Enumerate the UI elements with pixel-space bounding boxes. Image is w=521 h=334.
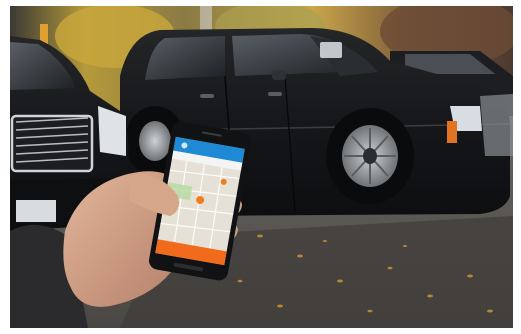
photo — [10, 6, 513, 328]
photo-scene — [10, 6, 513, 328]
